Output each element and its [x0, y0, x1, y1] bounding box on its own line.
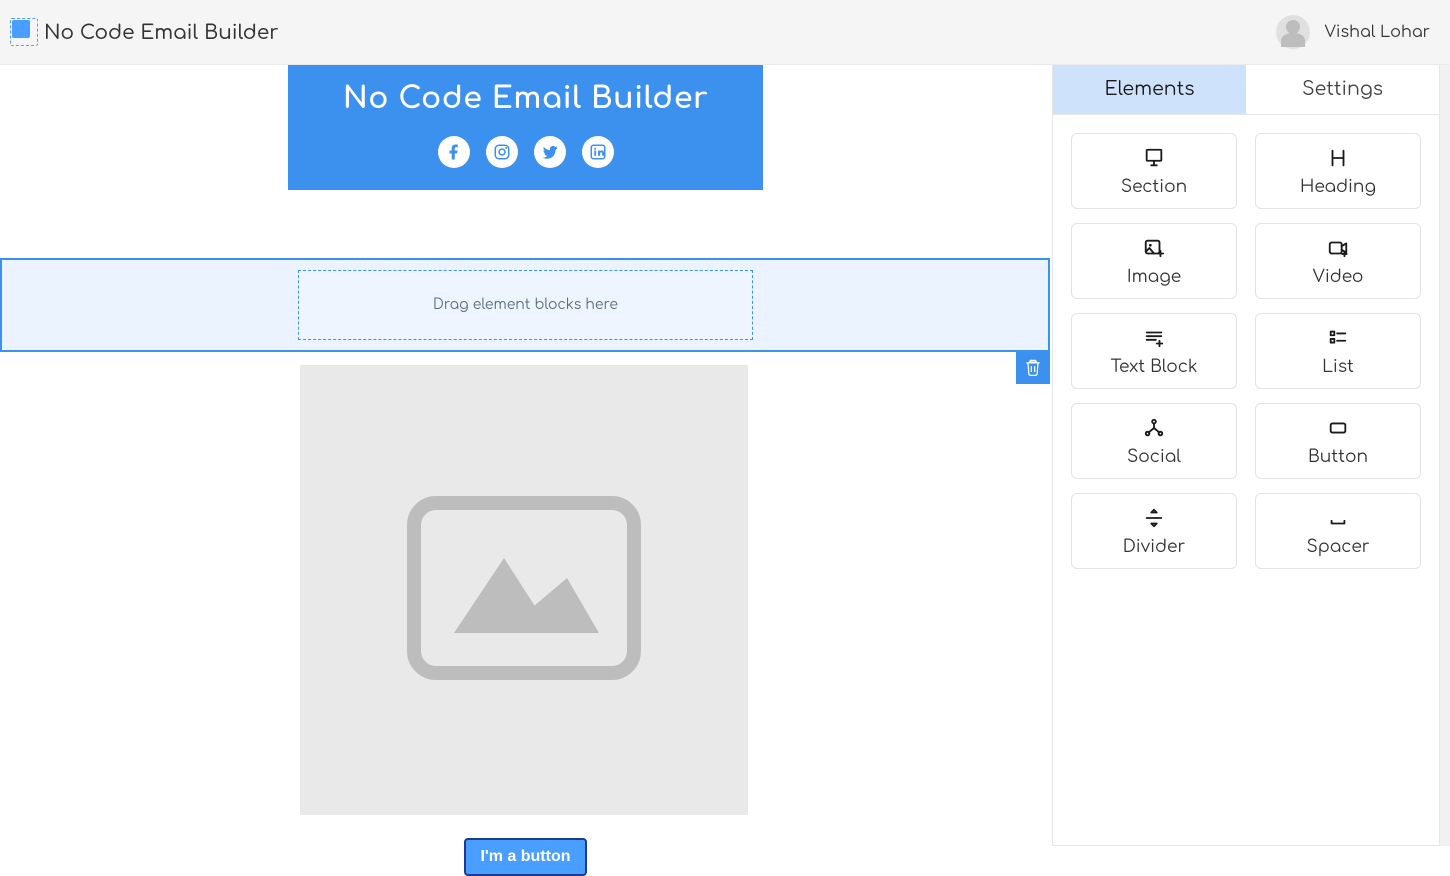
- linkedin-icon[interactable]: [582, 136, 614, 168]
- dropzone-hint: Drag element blocks here: [433, 298, 618, 313]
- element-video[interactable]: Video: [1255, 223, 1421, 299]
- image-block[interactable]: [300, 365, 748, 815]
- tab-elements[interactable]: Elements: [1053, 65, 1246, 115]
- element-button[interactable]: Button: [1255, 403, 1421, 479]
- element-textblock[interactable]: Text Block: [1071, 313, 1237, 389]
- element-spacer[interactable]: Spacer: [1255, 493, 1421, 569]
- section-icon: [1143, 147, 1165, 169]
- delete-section-button[interactable]: [1016, 350, 1050, 384]
- image-placeholder-icon: [399, 488, 649, 692]
- email-canvas[interactable]: No Code Email Builder: [288, 65, 763, 190]
- app-title: No Code Email Builder: [44, 21, 279, 44]
- facebook-icon[interactable]: [438, 136, 470, 168]
- elements-grid: Section Heading Image Video Text Block L…: [1053, 115, 1439, 587]
- social-icon: [1143, 417, 1165, 439]
- element-heading[interactable]: Heading: [1255, 133, 1421, 209]
- list-icon: [1327, 327, 1349, 349]
- trash-icon: [1023, 357, 1043, 377]
- email-header-block[interactable]: No Code Email Builder: [288, 65, 763, 190]
- user-avatar-icon[interactable]: [1276, 15, 1310, 49]
- instagram-icon[interactable]: [486, 136, 518, 168]
- element-social[interactable]: Social: [1071, 403, 1237, 479]
- element-divider[interactable]: Divider: [1071, 493, 1237, 569]
- divider-icon: [1143, 507, 1165, 529]
- app-logo-icon: [10, 18, 38, 46]
- tab-settings[interactable]: Settings: [1246, 65, 1439, 115]
- element-list[interactable]: List: [1255, 313, 1421, 389]
- social-row: [304, 136, 747, 168]
- side-panel: Elements Settings Section Heading Image …: [1052, 65, 1440, 846]
- button-icon: [1327, 417, 1349, 439]
- canvas-dropzone[interactable]: Drag element blocks here: [298, 270, 753, 340]
- heading-icon: [1327, 147, 1349, 169]
- textblock-icon: [1143, 327, 1165, 349]
- video-icon: [1327, 237, 1349, 259]
- element-image[interactable]: Image: [1071, 223, 1237, 299]
- user-name[interactable]: Vishal Lohar: [1324, 23, 1430, 41]
- image-icon: [1143, 237, 1165, 259]
- app-header: No Code Email Builder Vishal Lohar: [0, 0, 1450, 65]
- vertical-scrollbar[interactable]: [1440, 65, 1450, 846]
- twitter-icon[interactable]: [534, 136, 566, 168]
- email-header-title[interactable]: No Code Email Builder: [304, 83, 747, 116]
- spacer-icon: [1327, 507, 1349, 529]
- canvas-button-element[interactable]: I'm a button: [464, 838, 586, 876]
- element-section[interactable]: Section: [1071, 133, 1237, 209]
